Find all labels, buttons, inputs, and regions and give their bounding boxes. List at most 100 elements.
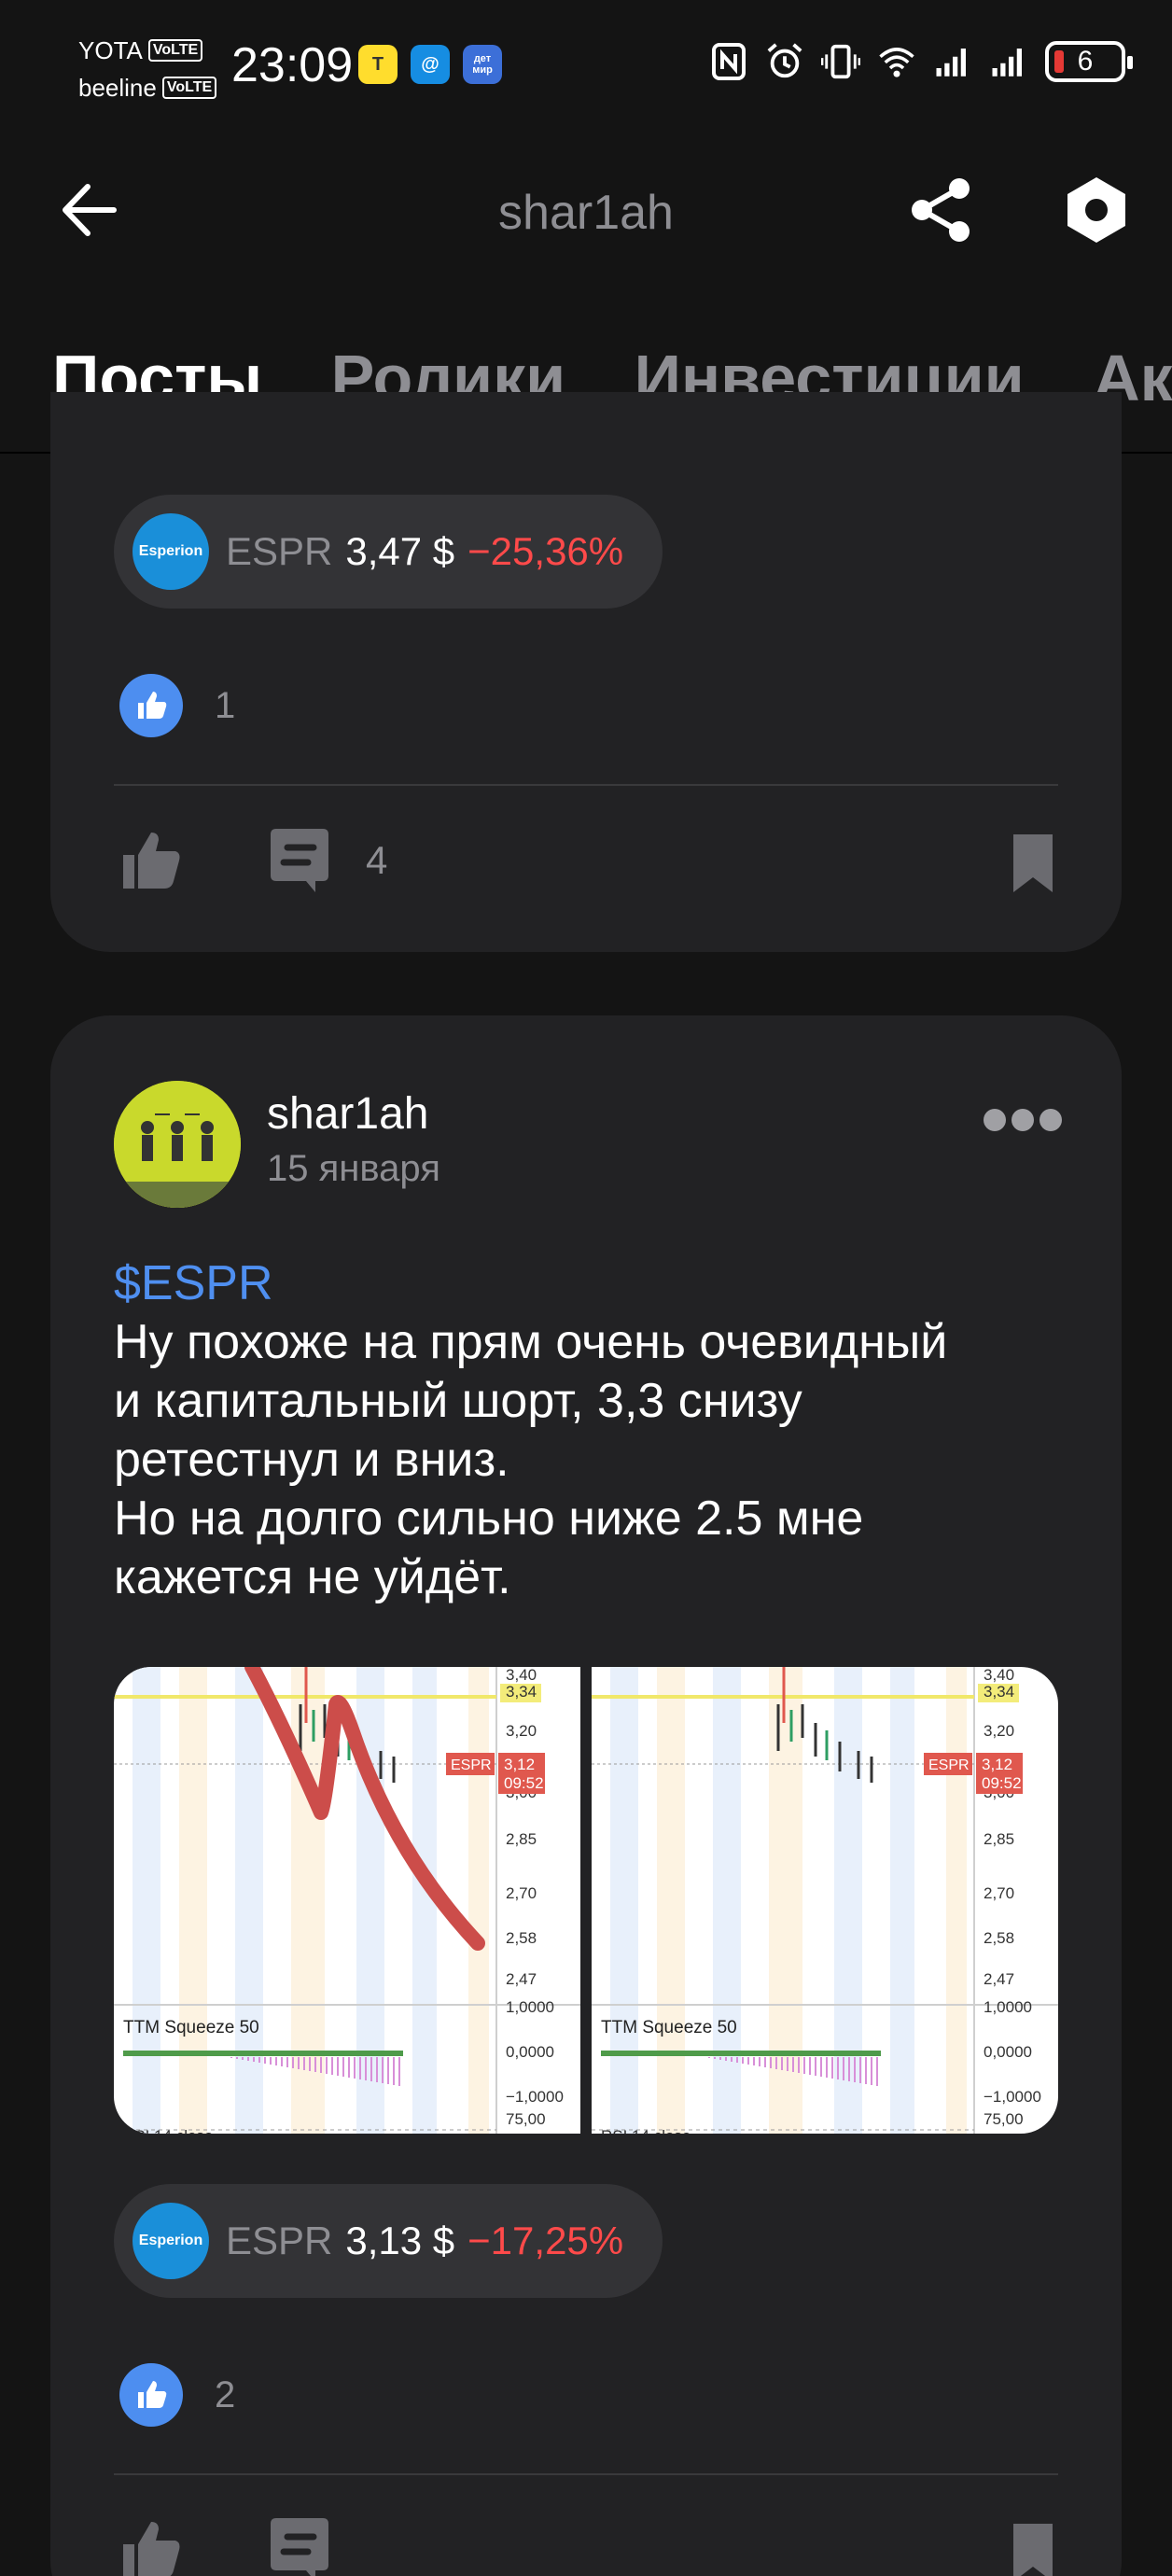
share-button[interactable]: [905, 174, 978, 246]
comment-button[interactable]: [265, 2516, 334, 2576]
signal-icon: [936, 49, 966, 77]
more-dot: [1039, 1109, 1062, 1131]
session-band: [946, 1667, 967, 2134]
rsi-label: RSI 14 close: [601, 2127, 691, 2134]
indicator-tick-label: 0,0000: [984, 2043, 1032, 2061]
ticker-price: 3,47 $: [345, 529, 455, 573]
detmir-icon: дет мир: [463, 45, 502, 84]
ticker-change: −25,36%: [467, 529, 624, 573]
post-actions: [118, 2516, 1062, 2576]
comment-icon: [271, 2518, 328, 2576]
carrier-name: YOTA: [78, 36, 143, 64]
session-band: [179, 1667, 207, 2134]
axis-tick-label: 2,58: [506, 1929, 537, 1947]
like-button[interactable]: [118, 2516, 185, 2576]
chart-screenshot[interactable]: 3,403,343,203,002,852,702,582,47ESPR3,12…: [592, 1667, 1058, 2134]
time-tag: 09:52: [982, 1774, 1022, 1792]
ticker-symbol: ESPR: [226, 529, 333, 573]
indicator-tick-label: 1,0000: [984, 1998, 1032, 2016]
volte-badge: VoLTE: [147, 39, 203, 62]
ticker-price: 3,13 $: [345, 2219, 455, 2262]
author-avatar[interactable]: [114, 1081, 241, 1208]
session-band: [657, 1667, 685, 2134]
esperion-logo: Esperion: [133, 2203, 209, 2279]
price-tag: 3,12: [504, 1756, 535, 1773]
indicator-tick-label: 1,0000: [506, 1998, 554, 2016]
indicator-name: TTM Squeeze 50: [601, 2018, 737, 2037]
chart-screenshot[interactable]: 3,403,343,203,002,852,702,582,47ESPR3,12…: [114, 1667, 580, 2134]
chart-canvas: 3,403,343,203,002,852,702,582,47ESPR3,12…: [592, 1667, 1058, 2134]
page-title: shar1ah: [498, 186, 674, 240]
time-tag: 09:52: [504, 1774, 544, 1792]
mail-icon: @: [411, 45, 450, 84]
settings-button[interactable]: [1060, 174, 1133, 246]
esperion-logo: Esperion: [133, 513, 209, 590]
nfc-icon: [712, 43, 746, 80]
more-dot: [1012, 1109, 1034, 1131]
reaction-count: 1: [215, 684, 236, 726]
rsi-label: RSI 14 close: [123, 2127, 213, 2134]
indicator-tick-label: 75,00: [984, 2110, 1024, 2128]
axis-tick-label: 2,58: [984, 1929, 1014, 1947]
session-band: [468, 1667, 489, 2134]
session-band: [769, 1667, 802, 2134]
axis-tick-label: 3,20: [984, 1722, 1014, 1740]
ticker-change: −17,25%: [467, 2219, 624, 2262]
card-divider: [114, 2473, 1058, 2475]
status-bar: YOTA VoLTE beeline VoLTE 23:09 T @ дет м…: [0, 0, 1172, 131]
volte-badge: VoLTE: [161, 77, 217, 99]
app-bar: shar1ah: [0, 140, 1172, 289]
bookmark-button[interactable]: [1010, 2520, 1056, 2576]
comment-icon: [271, 829, 328, 892]
axis-tick-label: 2,85: [506, 1830, 537, 1848]
ticker-price-tag: ESPR: [928, 1757, 970, 1773]
battery-percent: 6: [1077, 46, 1094, 77]
clock: 23:09: [231, 38, 354, 92]
ticker-chip[interactable]: Esperion ESPR 3,13 $ −17,25%: [114, 2184, 663, 2298]
axis-tick-label: 2,47: [506, 1970, 537, 1988]
post-text-line: кажется не уйдёт.: [114, 1550, 511, 1604]
image-gallery: 3,403,343,203,002,852,702,582,47ESPR3,12…: [114, 1667, 1058, 2134]
axis-tick-label: 3,34: [984, 1683, 1014, 1701]
indicator-tick-label: 75,00: [506, 2110, 546, 2128]
signal-icon: [992, 49, 1022, 77]
post-body: $ESPR Ну похоже на прям очень очевидный …: [114, 1254, 1075, 1607]
author-name[interactable]: shar1ah: [267, 1088, 428, 1140]
alarm-icon: [767, 43, 802, 78]
session-band: [291, 1667, 325, 2134]
reaction-count: 2: [215, 2373, 236, 2415]
post-text-line: Но на долго сильно ниже 2.5 мне: [114, 1491, 864, 1546]
post-card: Esperion ESPR 3,47 $ −25,36% 1 4: [50, 392, 1122, 952]
reactions[interactable]: 1: [119, 674, 235, 737]
session-band: [235, 1667, 263, 2134]
post-text-line: и капитальный шорт, 3,3 снизу: [114, 1374, 802, 1428]
ticker-chip[interactable]: Esperion ESPR 3,47 $ −25,36%: [114, 495, 663, 609]
axis-tick-label: 2,47: [984, 1970, 1014, 1988]
bookmark-button[interactable]: [1010, 831, 1056, 894]
more-options-button[interactable]: [984, 1109, 1062, 1131]
ticker-tag-link[interactable]: $ESPR: [114, 1254, 1075, 1313]
tbank-icon: T: [358, 45, 398, 84]
comment-button[interactable]: 4: [265, 827, 387, 894]
ticker-price-tag: ESPR: [451, 1757, 492, 1773]
axis-tick-label: 2,85: [984, 1830, 1014, 1848]
indicator-tick-label: 0,0000: [506, 2043, 554, 2061]
reactions[interactable]: 2: [119, 2363, 235, 2427]
more-dot: [984, 1109, 1006, 1131]
thumbs-up-icon: [119, 674, 183, 737]
post-actions: 4: [118, 827, 1062, 902]
comment-count: 4: [366, 838, 388, 882]
indicator-tick-label: −1,0000: [984, 2088, 1041, 2106]
axis-tick-label: 3,34: [506, 1683, 537, 1701]
axis-tick-label: 3,40: [984, 1667, 1014, 1684]
battery-level: [1054, 50, 1064, 73]
session-band: [713, 1667, 741, 2134]
post-text-line: Ну похоже на прям очень очевидный: [114, 1315, 948, 1369]
post-card: shar1ah 15 января $ESPR Ну похоже на пря…: [50, 1015, 1122, 2576]
carrier-row-2: beeline VoLTE: [78, 69, 217, 106]
wifi-icon: [879, 48, 914, 77]
system-icons: 6: [709, 41, 1133, 82]
like-button[interactable]: [118, 827, 185, 894]
axis-tick-label: 2,70: [506, 1884, 537, 1902]
carriers: YOTA VoLTE beeline VoLTE: [78, 32, 217, 106]
